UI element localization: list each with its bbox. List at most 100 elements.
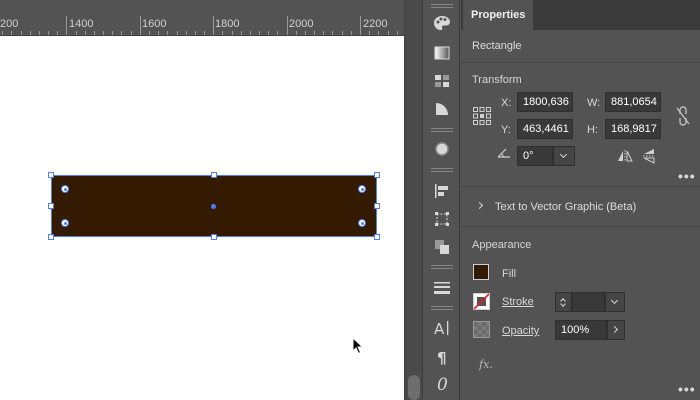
stroke-weight-dropdown[interactable] (605, 292, 625, 312)
more-options-icon[interactable]: ••• (678, 381, 696, 397)
scrollbar-thumb[interactable] (408, 375, 420, 400)
fill-swatch[interactable] (473, 264, 489, 280)
ruler-minor-tick (241, 31, 242, 35)
panel-grip[interactable] (431, 306, 453, 310)
transparency-icon[interactable] (430, 98, 454, 120)
swatches-icon[interactable] (430, 70, 454, 92)
rotate-dropdown-button[interactable] (553, 146, 575, 166)
ruler-minor-tick (268, 31, 269, 35)
pathfinder-icon[interactable] (430, 236, 454, 258)
ruler-minor-tick (314, 31, 315, 35)
ruler-minor-tick (149, 31, 150, 35)
h-field[interactable]: 168,9817 (605, 119, 661, 139)
flip-horizontal-icon[interactable] (617, 150, 633, 162)
character-icon[interactable]: A (430, 317, 454, 339)
stroke-none-swatch-icon[interactable] (473, 293, 490, 310)
ruler-major-tick (287, 16, 288, 35)
ruler-minor-tick (48, 31, 49, 35)
ruler-minor-tick (30, 31, 31, 35)
ruler-minor-tick (103, 31, 104, 35)
fx-effects-icon[interactable]: fx. (479, 358, 493, 371)
transform-section-title: Transform (472, 74, 522, 86)
ruler-minor-tick (76, 31, 77, 35)
panel-grip[interactable] (431, 4, 453, 8)
rotate-angle-icon (497, 148, 510, 158)
opentype-icon[interactable]: 0 (430, 373, 454, 395)
resize-handle-bottom-left[interactable] (48, 234, 54, 240)
flip-vertical-icon[interactable] (643, 148, 655, 164)
x-field[interactable]: 1800,636 (517, 92, 573, 112)
panel-tab-bar: Properties (461, 0, 700, 30)
appearance-sun-icon[interactable] (430, 138, 454, 160)
appearance-section-title: Appearance (472, 239, 532, 251)
ruler-label: 1400 (69, 18, 94, 30)
divider (461, 226, 700, 227)
opacity-label[interactable]: Opacity (502, 325, 539, 337)
corner-radius-widget[interactable] (61, 185, 69, 193)
ruler-minor-tick (121, 31, 122, 35)
stroke-label[interactable]: Stroke (502, 296, 534, 308)
ruler-minor-tick (332, 31, 333, 35)
resize-handle-top[interactable] (211, 172, 217, 178)
h-label: H: (587, 124, 598, 136)
ruler-minor-tick (351, 31, 352, 35)
color-palette-icon[interactable] (430, 12, 454, 34)
corner-radius-widget[interactable] (61, 219, 69, 227)
ruler-label: 1600 (142, 18, 167, 30)
svg-text:0: 0 (437, 375, 448, 393)
reference-point-icon[interactable] (473, 107, 491, 125)
chevron-down-icon (559, 150, 568, 159)
ruler-minor-tick (39, 31, 40, 35)
ruler-minor-tick (167, 31, 168, 35)
y-label: Y: (501, 124, 511, 136)
text-to-vector-section[interactable]: Text to Vector Graphic (Beta) (495, 201, 636, 213)
resize-handle-bottom-right[interactable] (374, 234, 380, 240)
ruler-strip: 200 1400 1600 1800 2000 2200 (0, 16, 404, 36)
ruler-minor-tick (222, 31, 223, 35)
gradient-icon[interactable] (430, 42, 454, 64)
ruler-minor-tick (369, 31, 370, 35)
paragraph-icon[interactable]: ¶ (430, 346, 454, 368)
properties-panel: Properties Rectangle Transform X: 1800,6… (461, 0, 700, 400)
w-field[interactable]: 881,0654 (605, 92, 661, 112)
ruler-minor-tick (57, 31, 58, 35)
x-label: X: (501, 97, 512, 109)
resize-handle-right[interactable] (374, 203, 380, 209)
align-icon[interactable] (430, 180, 454, 202)
ruler-minor-tick (305, 31, 306, 35)
chevron-right-icon[interactable] (475, 201, 484, 210)
y-field[interactable]: 463,4461 (517, 119, 573, 139)
resize-handle-top-left[interactable] (48, 172, 54, 178)
ruler-minor-tick (397, 31, 398, 35)
ruler-minor-tick (277, 31, 278, 35)
opacity-slider-button[interactable] (607, 320, 625, 340)
panel-grip[interactable] (431, 265, 453, 269)
divider (461, 62, 700, 63)
resize-handle-bottom[interactable] (211, 234, 217, 240)
stroke-weight-field[interactable] (572, 292, 605, 312)
ruler-label: 1800 (215, 18, 240, 30)
opacity-field[interactable]: 100% (555, 320, 607, 340)
rotate-field[interactable]: 0° (517, 146, 553, 166)
center-point (211, 204, 216, 209)
ruler-label: 200 (0, 18, 19, 30)
opacity-checker-icon (473, 321, 490, 338)
tab-properties[interactable]: Properties (463, 0, 533, 30)
corner-radius-widget[interactable] (358, 185, 366, 193)
ruler-minor-tick (232, 31, 233, 35)
stroke-weight-stepper[interactable] (555, 292, 572, 312)
constrain-proportions-link-icon[interactable] (675, 106, 691, 126)
resize-handle-top-right[interactable] (374, 172, 380, 178)
vertical-scrollbar[interactable] (404, 0, 422, 400)
resize-handle-left[interactable] (48, 203, 54, 209)
ruler-minor-tick (131, 31, 132, 35)
ruler-minor-tick (342, 31, 343, 35)
ruler-minor-tick (21, 31, 22, 35)
stroke-lines-icon[interactable] (430, 277, 454, 299)
transform-icon[interactable] (430, 208, 454, 230)
ruler-minor-tick (296, 31, 297, 35)
panel-grip[interactable] (431, 168, 453, 172)
more-options-icon[interactable]: ••• (678, 168, 696, 184)
corner-radius-widget[interactable] (358, 219, 366, 227)
panel-grip[interactable] (431, 128, 453, 132)
